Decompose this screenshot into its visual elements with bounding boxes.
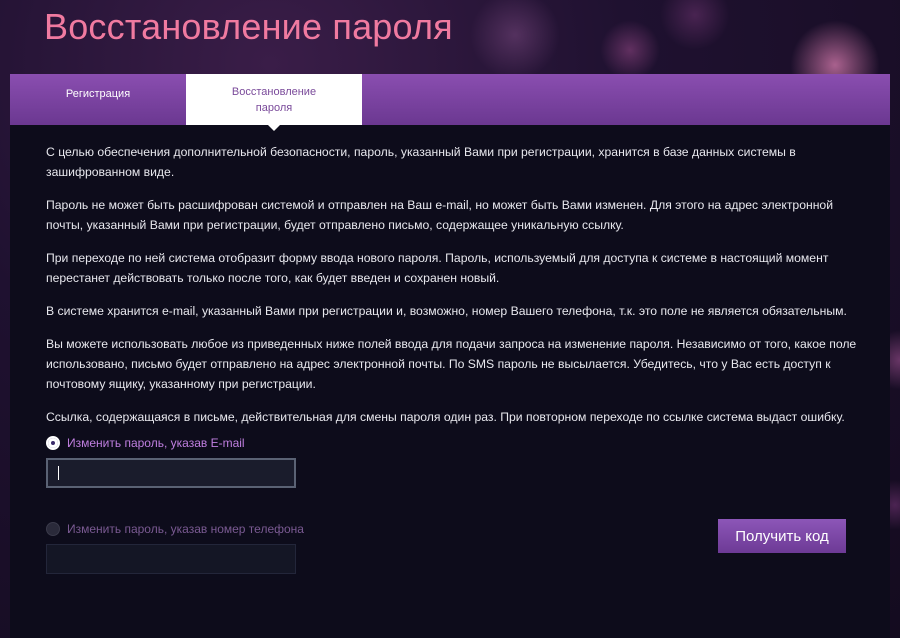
background-bokeh bbox=[600, 20, 660, 80]
info-paragraph: Вы можете использовать любое из приведен… bbox=[46, 337, 857, 391]
recovery-panel: Регистрация Восстановление пароля С цель… bbox=[10, 74, 890, 638]
email-radio[interactable] bbox=[46, 436, 60, 450]
phone-option-label: Изменить пароль, указав номер телефона bbox=[67, 522, 304, 536]
info-paragraph: Пароль не может быть расшифрован системо… bbox=[46, 198, 834, 232]
info-paragraph: С целью обеспечения дополнительной безоп… bbox=[46, 145, 796, 179]
email-option-label: Изменить пароль, указав E-mail bbox=[67, 436, 245, 450]
active-tab-pointer bbox=[268, 125, 280, 131]
tab-password-recovery[interactable]: Восстановление пароля bbox=[186, 74, 362, 125]
phone-input[interactable] bbox=[46, 544, 296, 574]
info-paragraph: В системе хранится e-mail, указанный Вам… bbox=[46, 304, 847, 318]
tab-password-recovery-label: Восстановление пароля bbox=[231, 85, 317, 114]
phone-option[interactable]: Изменить пароль, указав номер телефона bbox=[46, 522, 304, 536]
text-cursor bbox=[58, 466, 59, 480]
info-text: С целью обеспечения дополнительной безоп… bbox=[46, 142, 858, 440]
phone-radio[interactable] bbox=[46, 522, 60, 536]
tab-bar: Регистрация Восстановление пароля bbox=[10, 74, 890, 125]
email-input[interactable] bbox=[46, 458, 296, 488]
email-option[interactable]: Изменить пароль, указав E-mail bbox=[46, 436, 245, 450]
info-paragraph: Ссылка, содержащаяся в письме, действите… bbox=[46, 410, 845, 424]
info-paragraph: При переходе по ней система отобразит фо… bbox=[46, 251, 829, 285]
get-code-button[interactable]: Получить код bbox=[718, 519, 846, 553]
background-bokeh bbox=[470, 0, 560, 80]
background-bokeh bbox=[660, 0, 730, 50]
page-title: Восстановление пароля bbox=[44, 6, 453, 47]
tab-registration[interactable]: Регистрация bbox=[10, 74, 186, 125]
tab-registration-label: Регистрация bbox=[65, 88, 131, 100]
